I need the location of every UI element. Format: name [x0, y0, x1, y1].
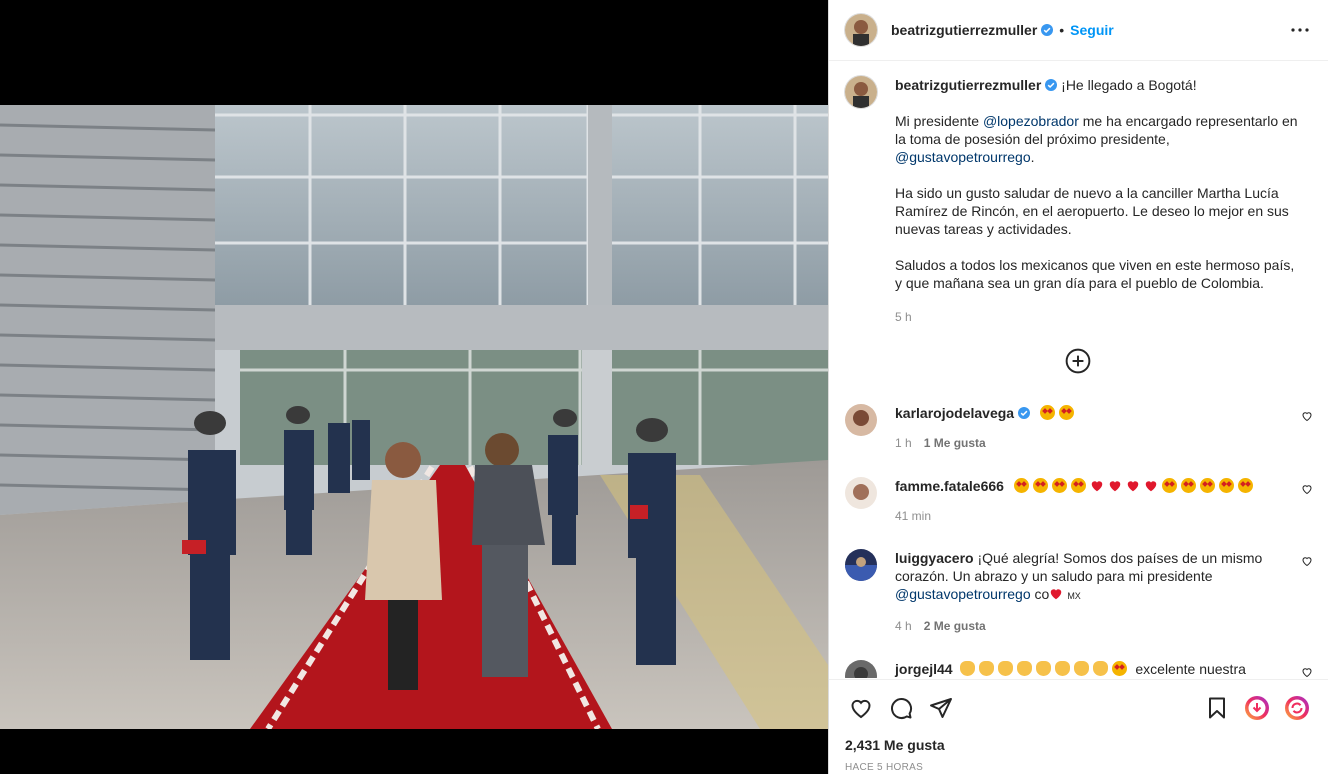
comment-timestamp: 1 h [895, 436, 912, 450]
clapping-hands-emoji-icon [960, 661, 976, 676]
clapping-hands-emoji-icon [979, 661, 995, 676]
red-heart-emoji-icon [1049, 587, 1063, 602]
clapping-hands-emoji-icon [998, 661, 1014, 676]
commenter-avatar[interactable] [845, 404, 877, 436]
star-struck-emoji-icon [1032, 478, 1048, 493]
author-avatar[interactable] [845, 14, 877, 46]
red-heart-emoji-icon [1126, 479, 1140, 494]
post-time: HACE 5 HORAS [845, 762, 924, 773]
caption-timestamp: 5 h [895, 310, 912, 324]
header-separator: • [1059, 22, 1065, 38]
star-struck-emoji-icon [1051, 478, 1067, 493]
comment-likes[interactable]: 2 Me gusta [924, 619, 986, 633]
like-comment-heart-icon[interactable] [1301, 410, 1313, 422]
clapping-hands-emoji-icon [1074, 661, 1090, 676]
commenter-avatar[interactable] [845, 660, 877, 678]
commenter-avatar[interactable] [845, 477, 877, 509]
like-comment-heart-icon[interactable] [1301, 483, 1313, 495]
comment-item: karlarojodelavega 1 h 1 Me gusta [829, 404, 1328, 452]
comments-list[interactable]: beatrizgutierrezmuller ¡He llegado a Bog… [829, 62, 1328, 678]
download-extension-icon[interactable] [1237, 688, 1277, 728]
commenter-username[interactable]: jorgejl44 [895, 661, 953, 677]
comment-item: luiggyacero ¡Qué alegría! Somos dos país… [829, 549, 1328, 635]
star-struck-emoji-icon [1039, 405, 1055, 420]
red-heart-emoji-icon [1108, 479, 1122, 494]
star-struck-emoji-icon [1180, 478, 1196, 493]
commenter-avatar[interactable] [845, 549, 877, 581]
mention-link[interactable]: @lopezobrador [983, 113, 1079, 129]
post-media[interactable] [0, 0, 828, 774]
commenter-username[interactable]: karlarojodelavega [895, 405, 1014, 421]
verified-badge-icon [1041, 24, 1054, 36]
clapping-hands-emoji-icon [1093, 661, 1109, 676]
caption-username[interactable]: beatrizgutierrezmuller [895, 77, 1041, 93]
comment-timestamp: 41 min [895, 509, 932, 523]
post-header: beatrizgutierrezmuller • Seguir [829, 0, 1328, 61]
like-heart-icon[interactable] [841, 688, 881, 728]
post-side-panel: beatrizgutierrezmuller • Seguir beatrizg… [828, 0, 1328, 774]
comment-timestamp: 4 h [895, 619, 912, 633]
star-struck-emoji-icon [1218, 478, 1234, 493]
post-caption: beatrizgutierrezmuller ¡He llegado a Bog… [829, 76, 1328, 326]
like-comment-heart-icon[interactable] [1301, 666, 1313, 678]
commenter-username[interactable]: luiggyacero [895, 550, 974, 566]
red-heart-emoji-icon [1144, 479, 1158, 494]
like-comment-heart-icon[interactable] [1301, 555, 1313, 567]
comment-likes[interactable]: 1 Me gusta [924, 436, 986, 450]
star-struck-emoji-icon [1237, 478, 1253, 493]
caption-avatar[interactable] [845, 76, 877, 108]
verified-badge-icon [1045, 79, 1058, 91]
star-struck-emoji-icon [1070, 478, 1086, 493]
clapping-hands-emoji-icon [1017, 661, 1033, 676]
load-more-comments-icon[interactable] [1065, 348, 1091, 374]
commenter-username[interactable]: famme.fatale666 [895, 478, 1004, 494]
post-photo [0, 105, 828, 729]
star-struck-emoji-icon [1161, 478, 1177, 493]
star-struck-emoji-icon [1112, 661, 1128, 676]
star-struck-emoji-icon [1058, 405, 1074, 420]
comment-text: co [1030, 586, 1050, 602]
emoji-row [1013, 478, 1257, 494]
country-flag-text: MX [1067, 591, 1081, 601]
comment-item: jorgejl44 excelente nuestra primera [829, 660, 1328, 678]
post-actions: 2,431 Me gusta HACE 5 HORAS [829, 679, 1328, 774]
mention-link[interactable]: @gustavopetrourrego [895, 149, 1031, 165]
clapping-hands-emoji-icon [1055, 661, 1071, 676]
share-paper-plane-icon[interactable] [921, 688, 961, 728]
like-count[interactable]: 2,431 Me gusta [829, 737, 1328, 753]
caption-paragraph: Ha sido un gusto saludar de nuevo a la c… [895, 185, 1289, 237]
comment-item: famme.fatale666 41 min [829, 477, 1328, 525]
star-struck-emoji-icon [1199, 478, 1215, 493]
comment-bubble-icon[interactable] [881, 688, 921, 728]
more-options-icon[interactable] [1288, 18, 1312, 42]
author-username[interactable]: beatrizgutierrezmuller [891, 22, 1037, 38]
red-heart-emoji-icon [1090, 479, 1104, 494]
verified-badge-icon [1018, 407, 1031, 419]
save-bookmark-icon[interactable] [1197, 688, 1237, 728]
star-struck-emoji-icon [1013, 478, 1029, 493]
follow-button[interactable]: Seguir [1070, 22, 1114, 38]
caption-text: Mi presidente [895, 113, 983, 129]
mention-link[interactable]: @gustavopetrourrego [895, 586, 1031, 602]
caption-lead: ¡He llegado a Bogotá! [1061, 77, 1197, 93]
sync-extension-icon[interactable] [1277, 688, 1317, 728]
caption-paragraph: Saludos a todos los mexicanos que viven … [895, 257, 1295, 291]
clapping-hands-emoji-icon [1036, 661, 1052, 676]
caption-text: . [1030, 149, 1035, 165]
